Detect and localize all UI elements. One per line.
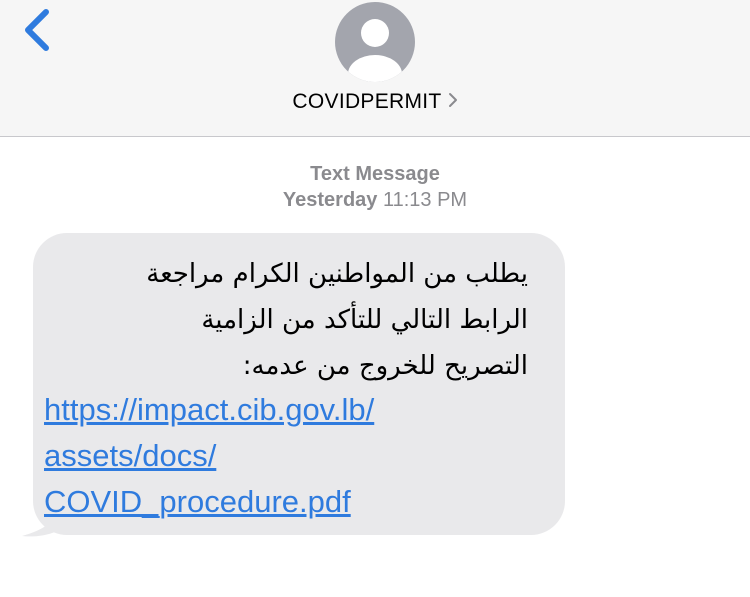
message-link[interactable]: https://impact.cib.gov.lb/ assets/docs/ … bbox=[44, 387, 534, 525]
message-link-line[interactable]: assets/docs/ bbox=[44, 433, 534, 479]
contact-name-button[interactable]: COVIDPERMIT bbox=[0, 90, 750, 116]
message-text-line: يطلب من المواطنين الكرام مراجعة bbox=[146, 259, 528, 289]
chevron-left-icon bbox=[25, 9, 49, 51]
contact-name: COVIDPERMIT bbox=[292, 90, 442, 113]
message-timestamp: Yesterday 11:13 PM bbox=[0, 189, 750, 212]
message-link-line[interactable]: COVID_procedure.pdf bbox=[44, 479, 534, 525]
message-type-label: Text Message bbox=[310, 163, 440, 185]
message-text-line: الرابط التالي للتأكد من الزامية bbox=[201, 305, 528, 335]
conversation-header: COVIDPERMIT bbox=[0, 0, 750, 137]
timestamp-time: 11:13 PM bbox=[382, 189, 468, 211]
timestamp-day: Yesterday bbox=[282, 189, 378, 211]
person-icon bbox=[335, 2, 415, 82]
message-text-line: التصريح للخروج من عدمه: bbox=[242, 351, 528, 381]
chevron-right-icon bbox=[448, 90, 458, 114]
received-message[interactable]: يطلب من المواطنين الكرام مراجعة الرابط ا… bbox=[20, 233, 580, 538]
message-text: يطلب من المواطنين الكرام مراجعة الرابط ا… bbox=[44, 251, 528, 389]
contact-avatar[interactable] bbox=[335, 2, 415, 82]
message-link-line[interactable]: https://impact.cib.gov.lb/ bbox=[44, 387, 534, 433]
back-button[interactable] bbox=[20, 8, 60, 56]
